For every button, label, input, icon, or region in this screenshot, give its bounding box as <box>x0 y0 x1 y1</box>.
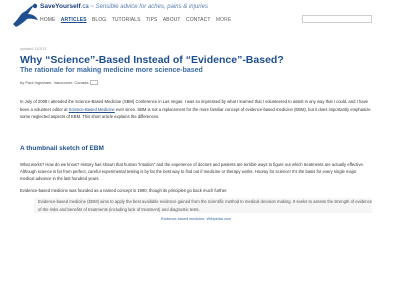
byline-text: by Paul Ingraham, Vancouver, Canada <box>20 80 89 85</box>
nav-blog[interactable]: BLOG <box>92 17 106 23</box>
search-input[interactable] <box>302 15 372 23</box>
quote-source-link[interactable]: Evidence-based medicine, Wikipedia.com <box>20 217 372 221</box>
site-title[interactable]: SaveYourself.ca ~ Sensible advice for ac… <box>40 3 208 10</box>
intro-paragraph: In July of 2009 I attended the Science-B… <box>20 98 372 120</box>
section-heading: A thumbnail sketch of EBM <box>20 144 104 152</box>
nav-home[interactable]: HOME <box>40 17 55 23</box>
article-title: Why “Science”-Based Instead of “Evidence… <box>20 54 284 66</box>
sbm-link[interactable]: Science-Based Medicine <box>69 107 115 112</box>
article-date: updated: 11/2/13 <box>20 47 47 51</box>
nav-articles[interactable]: ARTICLES <box>61 17 87 23</box>
site-header: SaveYourself.ca ~ Sensible advice for ac… <box>0 0 400 30</box>
article: updated: 11/2/13 Why “Science”-Based Ins… <box>20 47 372 221</box>
nav-tips[interactable]: TIPS <box>146 17 158 23</box>
nav-about[interactable]: ABOUT <box>163 17 181 23</box>
body-paragraph: Evidence-based medicine was founded as a… <box>20 187 228 193</box>
nav-more[interactable]: MORE <box>216 17 231 23</box>
logo-icon[interactable] <box>10 2 40 28</box>
blockquote: Evidence-based medicine (EBM) aims to ap… <box>34 198 372 214</box>
nav-contact[interactable]: CONTACT <box>186 17 211 23</box>
article-subtitle: The rationale for making medicine more s… <box>20 67 203 74</box>
main-nav: HOME ARTICLES BLOG TUTORIALS TIPS ABOUT … <box>40 17 235 23</box>
author-badge-icon[interactable] <box>90 80 99 86</box>
nav-tutorials[interactable]: TUTORIALS <box>112 17 141 23</box>
byline: by Paul Ingraham, Vancouver, Canada <box>20 80 372 86</box>
site-suffix: .ca <box>80 4 89 10</box>
body-paragraph: What works? How do we know? History has … <box>20 161 364 182</box>
site-name: SaveYourself <box>40 3 81 10</box>
site-tagline: ~ Sensible advice for aches, pains & inj… <box>90 4 208 10</box>
